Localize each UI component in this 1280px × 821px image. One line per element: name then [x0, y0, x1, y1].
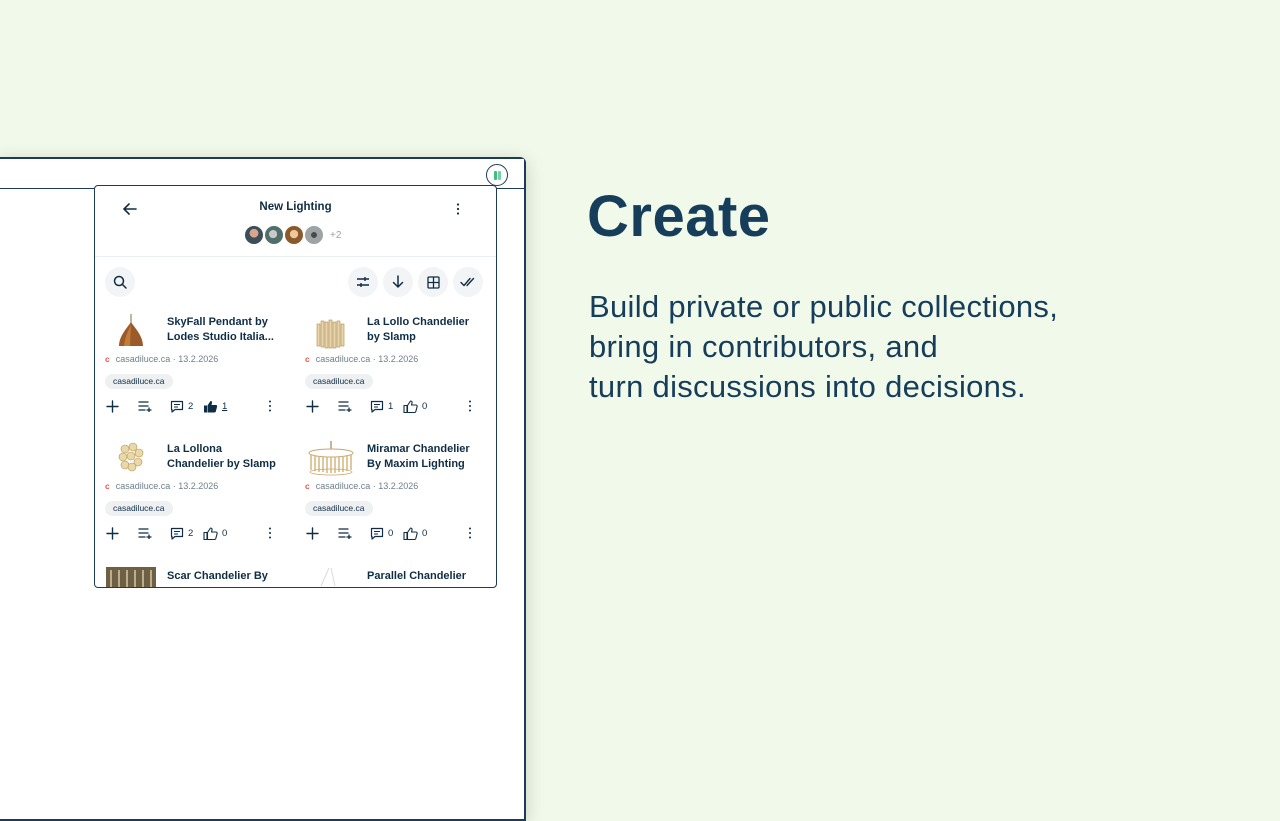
product-thumbnail [105, 439, 157, 479]
item-source: c casadiluce.ca · 13.2.2026 [305, 481, 419, 491]
more-vertical-icon[interactable] [468, 400, 472, 412]
item-source: c casadiluce.ca · 13.2.2026 [105, 354, 219, 364]
panel-header: New Lighting +2 [95, 186, 496, 257]
item-source: c casadiluce.ca · 13.2.2026 [105, 481, 219, 491]
filter-icon[interactable] [348, 267, 378, 297]
source-tag[interactable]: casadiluce.ca [305, 374, 373, 389]
panel-toolbar [95, 257, 496, 307]
collection-title: New Lighting [259, 201, 332, 213]
search-icon[interactable] [105, 267, 135, 297]
collection-panel: New Lighting +2 SkyFall Pendant by Lodes… [94, 185, 497, 588]
hero-line: Build private or public collections, [589, 289, 1059, 324]
add-icon[interactable] [306, 400, 319, 413]
add-to-list-icon[interactable] [138, 400, 152, 412]
add-to-list-icon[interactable] [338, 400, 352, 412]
product-thumbnail [305, 566, 357, 587]
hero-line: turn discussions into decisions. [589, 369, 1026, 404]
add-icon[interactable] [306, 527, 319, 540]
more-vertical-icon[interactable] [468, 527, 472, 539]
list-item[interactable]: SkyFall Pendant by Lodes Studio Italia..… [97, 312, 279, 432]
list-item[interactable]: La Lollona Chandelier by Slamp c casadilu… [97, 439, 279, 559]
item-title[interactable]: Scar Chandelier By [167, 569, 279, 584]
item-title[interactable]: La Lollo Chandelier by Slamp [367, 315, 479, 345]
list-item[interactable]: Parallel Chandelier [297, 566, 479, 587]
contributor-avatars[interactable]: +2 [243, 224, 341, 246]
comments-button[interactable]: 0 [370, 527, 393, 540]
item-actions: 1 0 [305, 398, 481, 418]
check-all-icon[interactable] [453, 267, 483, 297]
source-tag[interactable]: casadiluce.ca [105, 501, 173, 516]
item-source: c casadiluce.ca · 13.2.2026 [305, 354, 419, 364]
comments-button[interactable]: 2 [170, 400, 193, 413]
comments-button[interactable]: 2 [170, 527, 193, 540]
avatar [263, 224, 285, 246]
grid-view-icon[interactable] [418, 267, 448, 297]
item-actions: 2 1 [105, 398, 281, 418]
more-vertical-icon[interactable] [450, 198, 466, 220]
add-to-list-icon[interactable] [138, 527, 152, 539]
hero-line: bring in contributors, and [589, 329, 938, 364]
item-title[interactable]: SkyFall Pendant by Lodes Studio Italia..… [167, 315, 279, 345]
add-icon[interactable] [106, 527, 119, 540]
hero-description: Build private or public collections, bri… [589, 287, 1149, 407]
avatar [243, 224, 265, 246]
item-actions: 0 0 [305, 525, 481, 545]
avatar [303, 224, 325, 246]
source-tag[interactable]: casadiluce.ca [305, 501, 373, 516]
item-title[interactable]: Miramar Chandelier By Maxim Lighting [367, 442, 479, 472]
sort-down-icon[interactable] [383, 267, 413, 297]
extra-contributors-count: +2 [330, 229, 342, 241]
item-title[interactable]: La Lollona Chandelier by Slamp [167, 442, 279, 472]
list-item[interactable]: Miramar Chandelier By Maxim Lighting c ca… [297, 439, 479, 559]
hero-title: Create [587, 184, 771, 249]
item-title[interactable]: Parallel Chandelier [367, 569, 479, 584]
like-button[interactable]: 0 [403, 527, 427, 540]
extension-icon[interactable] [486, 164, 508, 186]
more-vertical-icon[interactable] [268, 527, 272, 539]
add-icon[interactable] [106, 400, 119, 413]
product-thumbnail [105, 566, 157, 587]
add-to-list-icon[interactable] [338, 527, 352, 539]
more-vertical-icon[interactable] [268, 400, 272, 412]
avatar [283, 224, 305, 246]
item-actions: 2 0 [105, 525, 281, 545]
comments-button[interactable]: 1 [370, 400, 393, 413]
product-thumbnail [105, 312, 157, 352]
like-button[interactable]: 0 [403, 400, 427, 413]
like-button[interactable]: 1 [203, 400, 227, 413]
list-item[interactable]: Scar Chandelier By [97, 566, 279, 587]
source-tag[interactable]: casadiluce.ca [105, 374, 173, 389]
list-item[interactable]: La Lollo Chandelier by Slamp c casadiluce… [297, 312, 479, 432]
product-thumbnail [305, 312, 357, 352]
like-button[interactable]: 0 [203, 527, 227, 540]
product-thumbnail [305, 439, 357, 479]
